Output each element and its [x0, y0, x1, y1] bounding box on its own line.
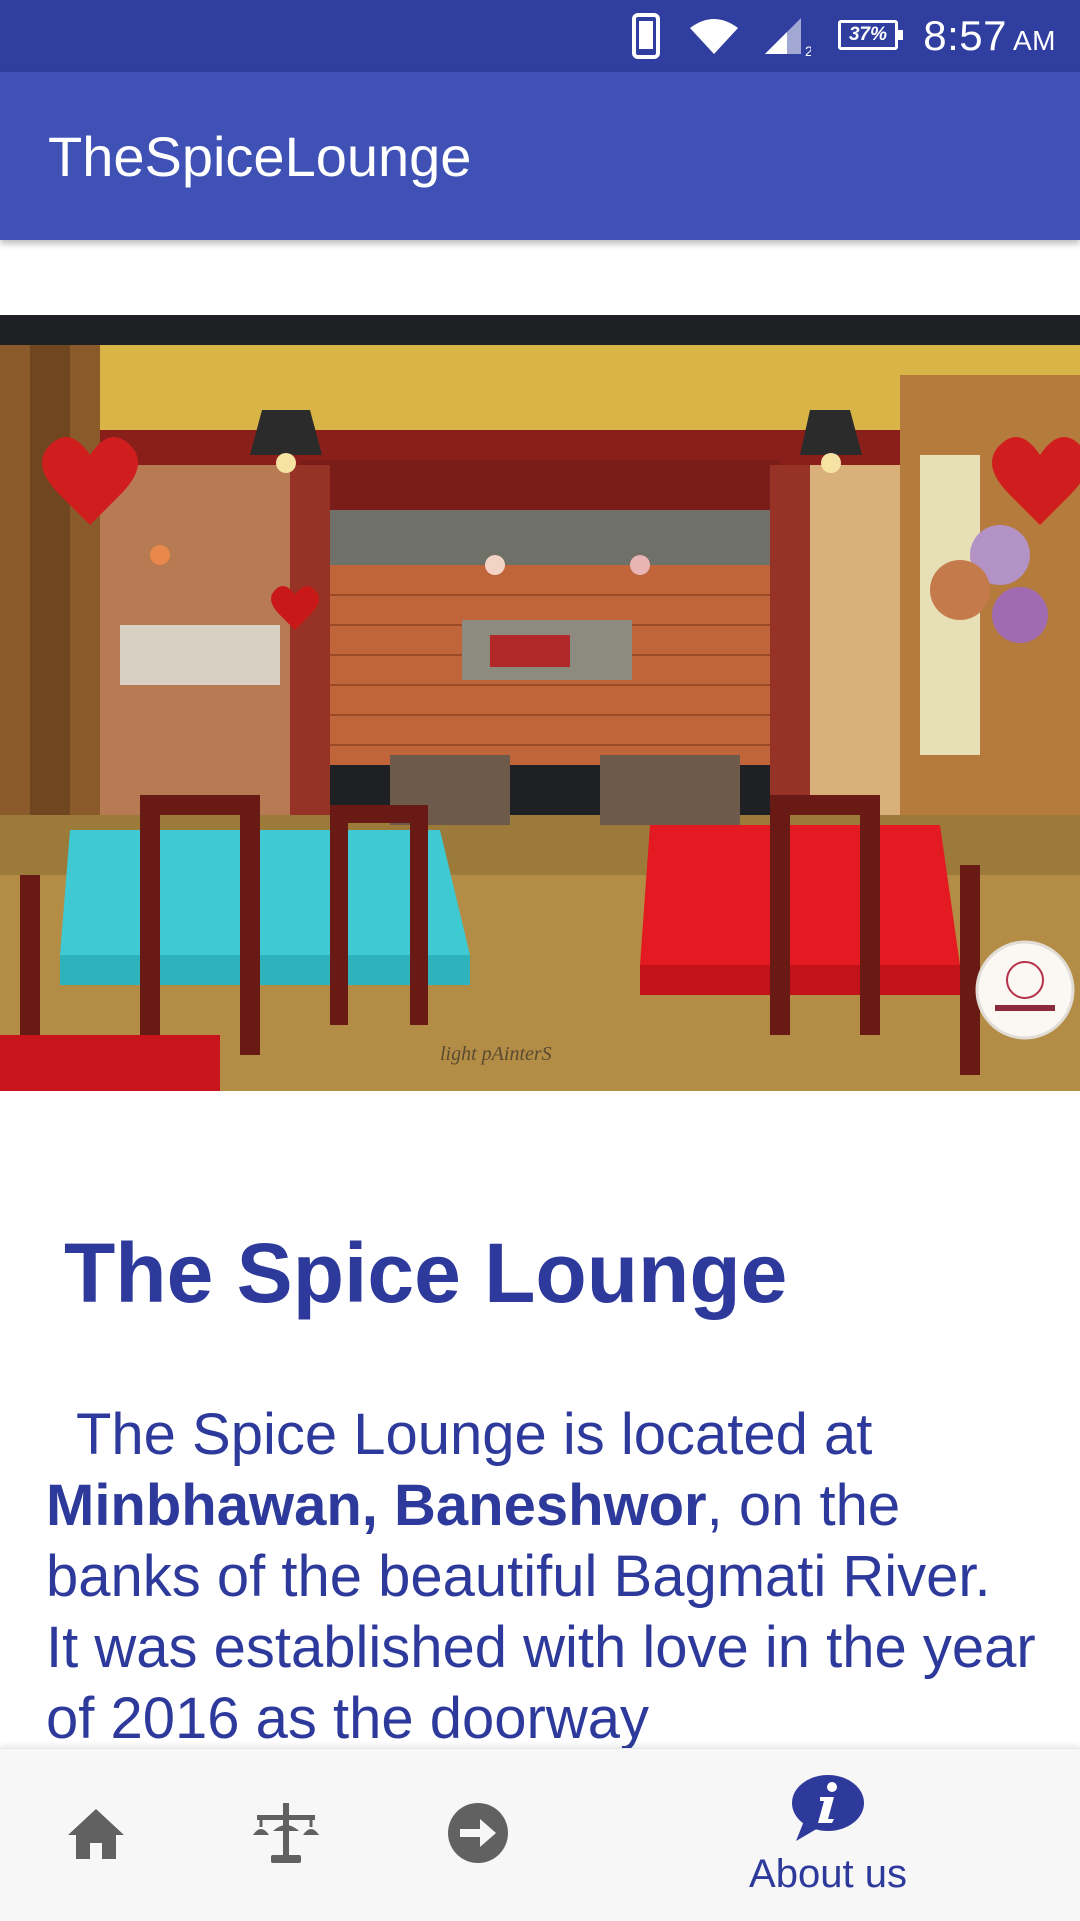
cell-signal-icon: 2: [756, 0, 816, 72]
para-location: Minbhawan, Baneshwor: [46, 1473, 707, 1538]
nav-menu[interactable]: [228, 1749, 344, 1921]
app-title: TheSpiceLounge: [48, 124, 472, 188]
home-icon: [64, 1805, 128, 1866]
status-bar: 2 37% 8:57 AM: [0, 0, 1080, 72]
svg-text:light pAinterS: light pAinterS: [440, 1043, 552, 1065]
phone-vibrate-icon: [628, 0, 664, 72]
nav-about-us[interactable]: About us: [720, 1749, 936, 1921]
app-bar: TheSpiceLounge: [0, 72, 1080, 240]
status-time: 8:57 AM: [923, 0, 1056, 72]
lamp-icon: [247, 1801, 325, 1870]
svg-text:2: 2: [805, 43, 811, 58]
page-heading: The Spice Lounge: [64, 1226, 788, 1320]
para-text-start: The Spice Lounge is located at: [76, 1402, 873, 1467]
arrow-right-circle-icon: [446, 1801, 510, 1870]
restaurant-photo: light pAinterS: [0, 315, 1080, 1091]
bottom-navigation: About us: [0, 1748, 1080, 1921]
nav-login[interactable]: [420, 1749, 536, 1921]
nav-home[interactable]: [38, 1749, 154, 1921]
wifi-icon: [684, 0, 744, 72]
info-bubble-icon: [790, 1773, 866, 1848]
status-time-value: 8:57: [923, 12, 1007, 59]
about-paragraph: The Spice Lounge is located at Minbhawan…: [46, 1399, 1036, 1754]
battery-icon: 37%: [838, 20, 903, 50]
nav-about-us-label: About us: [749, 1852, 907, 1896]
status-time-ampm: AM: [1013, 25, 1056, 56]
